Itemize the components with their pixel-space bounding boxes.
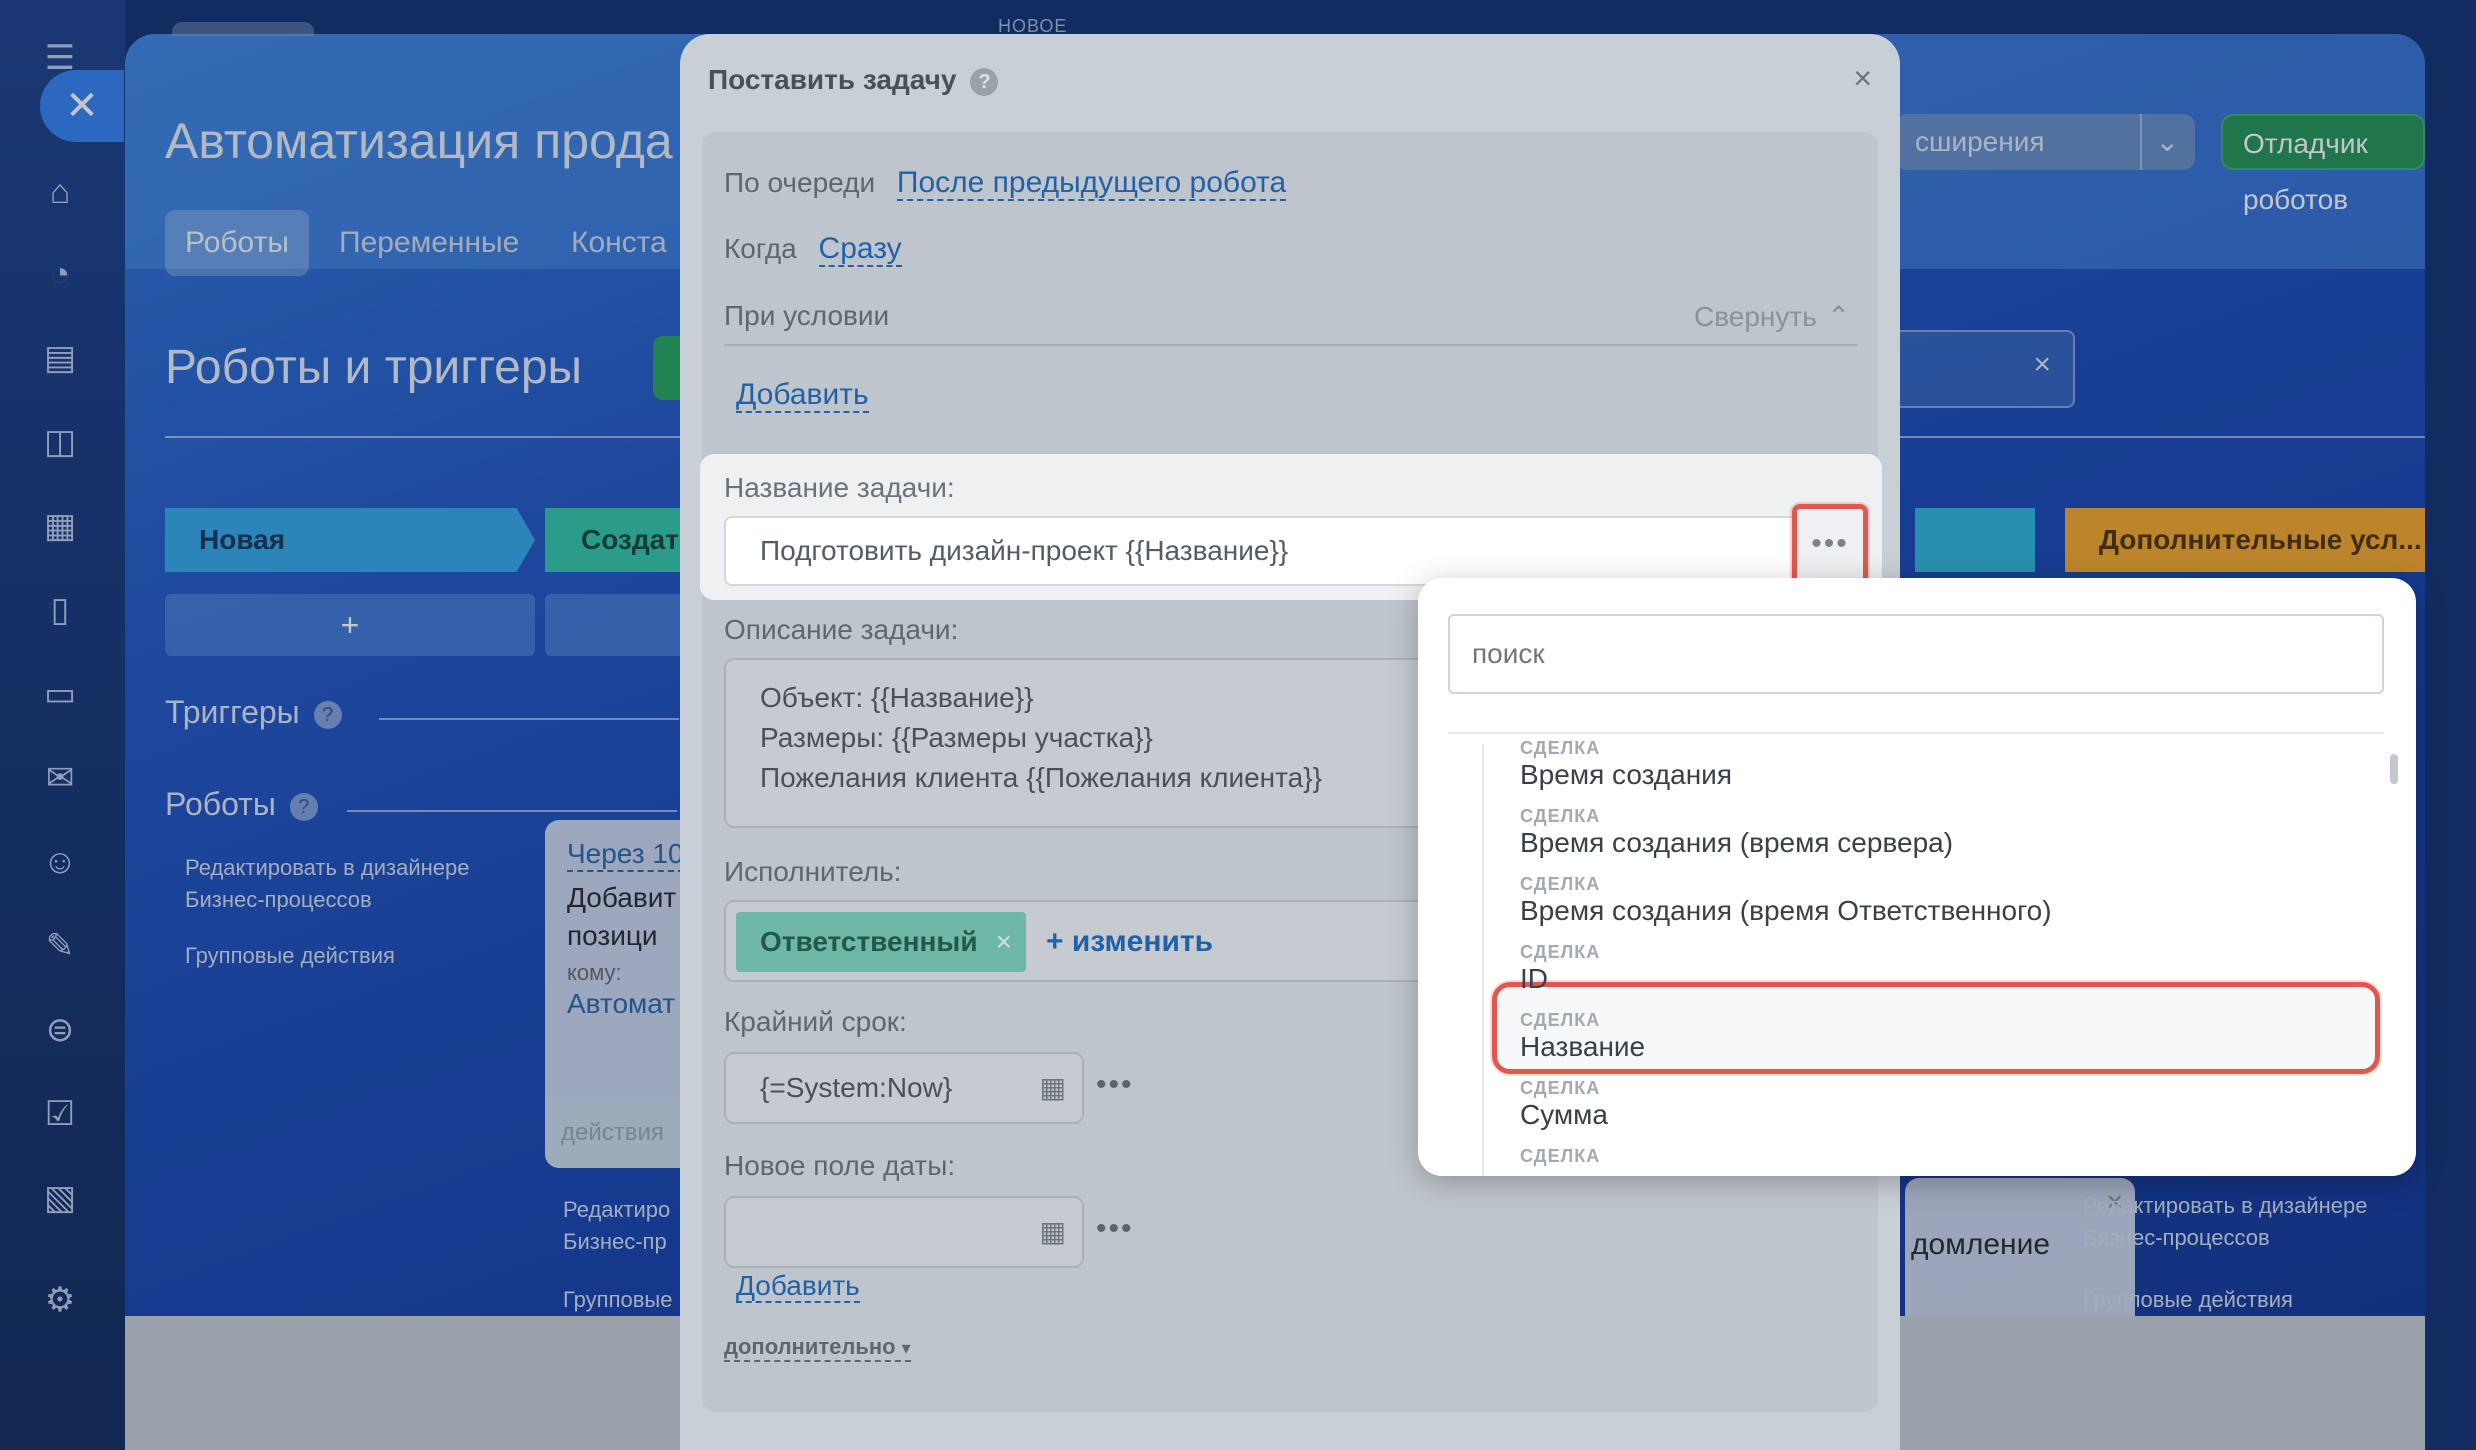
task-name-label: Название задачи:: [724, 472, 955, 503]
picker-item[interactable]: СДЕЛКА ID: [1520, 942, 1600, 988]
add-condition-link[interactable]: Добавить: [736, 378, 869, 413]
queue-value-link[interactable]: После предыдущего робота: [896, 166, 1287, 201]
picker-item[interactable]: СДЕЛКА: [1520, 1146, 1600, 1166]
executor-field: Ответственный × + изменить: [724, 900, 1444, 982]
insert-field-button[interactable]: •••: [1792, 504, 1868, 588]
condition-label: При условии: [724, 300, 890, 331]
picker-item-name: Время создания (время сервера): [1520, 827, 1954, 858]
picker-item-name: ID: [1520, 963, 1548, 988]
description-line: Пожелания клиента {{Пожелания клиента}}: [760, 762, 1322, 793]
field-picker-dropdown: СДЕЛКА Время создания СДЕЛКА Время созда…: [1418, 578, 2416, 1176]
deadline-label: Крайний срок:: [724, 1006, 907, 1037]
picker-item-category: СДЕЛКА: [1520, 1146, 1601, 1166]
new-date-label: Новое поле даты:: [724, 1150, 956, 1181]
picker-item-category: СДЕЛКА: [1520, 1010, 1601, 1030]
remove-chip-icon[interactable]: ×: [996, 912, 1012, 972]
picker-item-category: СДЕЛКА: [1520, 1078, 1601, 1098]
picker-scrollbar[interactable]: [2390, 754, 2398, 784]
condition-divider: [724, 344, 1858, 346]
picker-item-category: СДЕЛКА: [1520, 806, 1601, 826]
deadline-input[interactable]: {=System:Now} ▦: [724, 1052, 1084, 1124]
chevron-up-icon: ⌃: [1826, 301, 1851, 332]
picker-item[interactable]: СДЕЛКА Время создания (время Ответственн…: [1520, 874, 2052, 928]
caret-down-icon: ▾: [901, 1338, 911, 1358]
queue-label: По очереди После предыдущего робота: [724, 166, 1287, 201]
executor-chip[interactable]: Ответственный ×: [736, 912, 1026, 972]
picker-item[interactable]: СДЕЛКА Сумма: [1520, 1078, 1608, 1132]
deadline-more-icon[interactable]: •••: [1096, 1068, 1134, 1102]
change-executor-link[interactable]: + изменить: [1046, 912, 1213, 972]
picker-divider: [1448, 732, 2384, 734]
description-label: Описание задачи:: [724, 614, 959, 645]
picker-item-category: СДЕЛКА: [1520, 874, 1601, 894]
dialog-close-icon[interactable]: ×: [1853, 60, 1872, 97]
picker-item-category: СДЕЛКА: [1520, 942, 1601, 962]
new-date-input[interactable]: ▦: [724, 1196, 1084, 1268]
calendar-icon[interactable]: ▦: [1040, 1054, 1066, 1122]
more-options-link[interactable]: дополнительно ▾: [724, 1334, 911, 1362]
picker-item-name: Время создания (время Ответственного): [1520, 895, 2052, 926]
collapse-link[interactable]: Свернуть ⌃: [1694, 300, 1850, 333]
picker-search-input[interactable]: [1448, 614, 2384, 694]
calendar-icon[interactable]: ▦: [1040, 1198, 1066, 1266]
add-date-link[interactable]: Добавить: [736, 1270, 860, 1303]
help-icon[interactable]: ?: [970, 67, 999, 96]
description-textarea[interactable]: Объект: {{Название}} Размеры: {{Размеры …: [724, 658, 1444, 828]
when-label: Когда Сразу: [724, 232, 902, 267]
picker-item[interactable]: СДЕЛКА Время создания: [1520, 738, 1732, 792]
description-line: Размеры: {{Размеры участка}}: [760, 722, 1153, 753]
picker-item-name: Время создания: [1520, 759, 1732, 790]
new-date-more-icon[interactable]: •••: [1096, 1212, 1134, 1246]
description-line: Объект: {{Название}}: [760, 682, 1034, 713]
picker-tree-line: [1482, 744, 1484, 1176]
picker-item-name: Сумма: [1520, 1099, 1608, 1130]
dialog-title: Поставить задачу?: [708, 64, 999, 96]
when-value-link[interactable]: Сразу: [818, 232, 902, 267]
picker-item[interactable]: СДЕЛКА Время создания (время сервера): [1520, 806, 1953, 860]
picker-item-name: Название: [1520, 1031, 1646, 1062]
picker-item-selected[interactable]: СДЕЛКА Название: [1520, 1010, 1645, 1064]
picker-item-category: СДЕЛКА: [1520, 738, 1601, 758]
task-name-input[interactable]: Подготовить дизайн-проект {{Название}}: [724, 516, 1858, 586]
executor-label: Исполнитель:: [724, 856, 902, 887]
